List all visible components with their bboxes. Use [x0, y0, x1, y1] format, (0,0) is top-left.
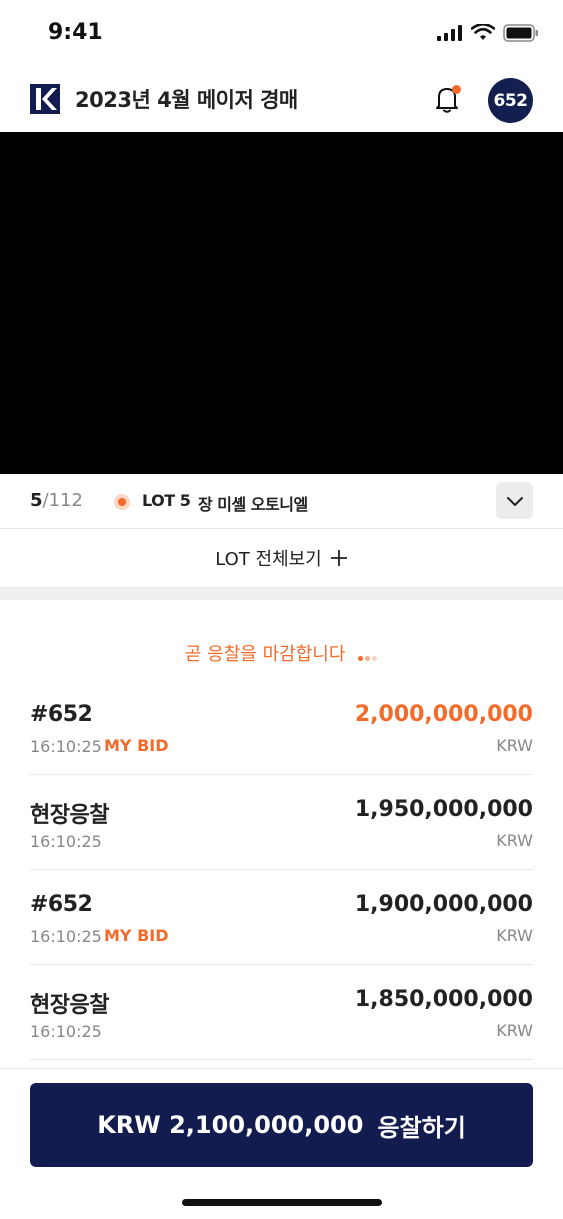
bid-currency: KRW [496, 926, 533, 945]
notification-badge [452, 85, 461, 94]
bidder-name: #652 [30, 892, 93, 917]
page-title: 2023년 4월 메이저 경매 [75, 88, 298, 112]
lot-label: LOT 5 [142, 491, 191, 510]
chevron-down-icon [506, 496, 523, 506]
app-header: 2023년 4월 메이저 경매 652 [0, 68, 563, 132]
bid-amount: 1,950,000,000 [354, 797, 533, 822]
bid-button-action: 응찰하기 [377, 1113, 466, 1142]
bid-row: #652 16:10:25 MY BID 1,900,000,000 KRW [30, 870, 533, 965]
bid-amount: 2,000,000,000 [354, 702, 533, 727]
bid-currency: KRW [496, 1021, 533, 1040]
status-time: 9:41 [48, 20, 103, 45]
place-bid-button[interactable]: KRW 2,100,000,000 응찰하기 [30, 1083, 533, 1167]
bottom-action-bar: KRW 2,100,000,000 응찰하기 [0, 1068, 563, 1219]
bid-time: 16:10:25 [30, 737, 102, 756]
bidder-name: 현장응찰 [30, 803, 109, 828]
bid-currency: KRW [496, 736, 533, 755]
closing-notice-text: 곧 응찰을 마감합니다 [184, 644, 346, 665]
signal-icon [437, 25, 462, 41]
bid-amount: 1,900,000,000 [354, 892, 533, 917]
loading-dots-icon [357, 645, 378, 666]
paddle-number-avatar[interactable]: 652 [488, 78, 533, 123]
section-divider [0, 587, 563, 600]
bid-amount: 1,850,000,000 [354, 987, 533, 1012]
view-all-lots-button[interactable]: LOT 전체보기 [0, 529, 563, 587]
live-indicator-icon [114, 494, 130, 510]
my-bid-tag: MY BID [104, 926, 169, 945]
bidder-name: 현장응찰 [30, 993, 109, 1018]
bid-row: 현장응찰 16:10:25 1,950,000,000 KRW [30, 775, 533, 870]
lot-current-number: 5 [30, 490, 43, 511]
lot-counter: 5/112 [30, 490, 83, 511]
bid-time: 16:10:25 [30, 1022, 102, 1041]
live-video-player[interactable] [0, 132, 563, 474]
bid-time: 16:10:25 [30, 832, 102, 851]
status-bar: 9:41 [0, 0, 563, 68]
lot-bar: 5/112 LOT 5 장 미셸 오토니엘 [0, 474, 563, 529]
k-logo-icon[interactable] [30, 84, 60, 114]
plus-icon [330, 550, 347, 566]
closing-notice: 곧 응찰을 마감합니다 [0, 640, 563, 666]
bidder-name: #652 [30, 702, 93, 727]
view-all-lots-label: LOT 전체보기 [215, 549, 322, 570]
bid-currency: KRW [496, 831, 533, 850]
lot-dropdown-button[interactable] [496, 482, 533, 519]
bid-time: 16:10:25 [30, 927, 102, 946]
lot-total-count: /112 [42, 490, 83, 511]
bid-history-list: #652 16:10:25 MY BID 2,000,000,000 KRW 현… [30, 680, 533, 1060]
bid-row: #652 16:10:25 MY BID 2,000,000,000 KRW [30, 680, 533, 775]
status-icons [437, 24, 539, 42]
home-indicator[interactable] [182, 1199, 382, 1206]
my-bid-tag: MY BID [104, 736, 169, 755]
battery-icon [503, 24, 538, 42]
wifi-icon [471, 24, 495, 40]
lot-artist-name: 장 미셸 오토니엘 [198, 495, 308, 514]
bid-row: 현장응찰 16:10:25 1,850,000,000 KRW [30, 965, 533, 1060]
bid-button-amount: KRW 2,100,000,000 [97, 1111, 364, 1139]
